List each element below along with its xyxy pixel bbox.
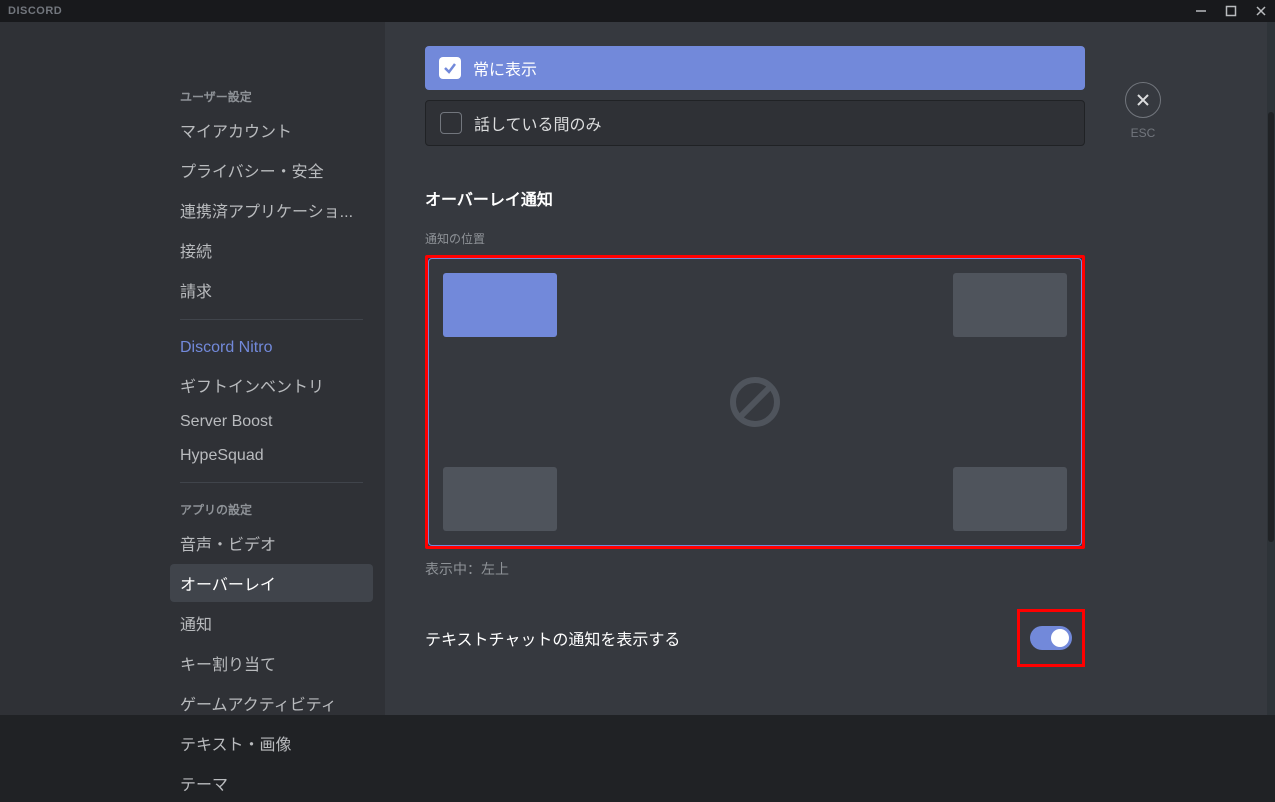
position-top-left[interactable]: [443, 273, 557, 337]
toggle-label-text-chat-notifications: テキストチャットの通知を表示する: [425, 626, 680, 650]
highlight-box: [425, 255, 1085, 549]
sidebar-item-gift-inventory[interactable]: ギフトインベントリ: [170, 366, 373, 404]
sidebar-item-nitro[interactable]: Discord Nitro: [170, 332, 373, 364]
sidebar-item-connections[interactable]: 接続: [170, 231, 373, 269]
sidebar-item-keybinds[interactable]: キー割り当て: [170, 644, 373, 682]
settings-content: 常に表示 話している間のみ オーバーレイ通知 通知の位置 表示: [385, 22, 1275, 715]
toggle-text-chat-notifications[interactable]: [1030, 626, 1072, 650]
sidebar-separator: [180, 319, 363, 320]
scrollbar-track[interactable]: [1267, 22, 1275, 715]
close-settings-label: ESC: [1131, 126, 1156, 140]
sidebar-item-text-images[interactable]: テキスト・画像: [170, 724, 373, 762]
radio-label: 話している間のみ: [474, 111, 602, 135]
close-settings-button[interactable]: [1125, 82, 1161, 118]
sidebar-separator: [180, 482, 363, 483]
window-close-button[interactable]: [1255, 5, 1267, 17]
sidebar-item-my-account[interactable]: マイアカウント: [170, 111, 373, 149]
sidebar-item-voice-video[interactable]: 音声・ビデオ: [170, 524, 373, 562]
sidebar-item-overlay[interactable]: オーバーレイ: [170, 564, 373, 602]
sidebar-item-billing[interactable]: 請求: [170, 271, 373, 309]
sidebar-item-hypesquad[interactable]: HypeSquad: [170, 440, 373, 472]
radio-label: 常に表示: [473, 56, 537, 80]
radio-while-speaking[interactable]: 話している間のみ: [425, 100, 1085, 146]
window-minimize-button[interactable]: [1195, 5, 1207, 17]
sidebar-item-server-boost[interactable]: Server Boost: [170, 406, 373, 438]
sidebar-header-app-settings: アプリの設定: [170, 495, 373, 524]
position-status-text: 表示中：左上: [425, 559, 1085, 579]
scrollbar-thumb[interactable]: [1268, 112, 1274, 542]
app-logo-text: DISCORD: [8, 5, 62, 17]
field-label-position: 通知の位置: [425, 230, 1085, 247]
section-title-overlay-notifications: オーバーレイ通知: [425, 186, 1085, 210]
window-maximize-button[interactable]: [1225, 5, 1237, 17]
toggle-knob: [1051, 629, 1069, 647]
radio-always-show[interactable]: 常に表示: [425, 46, 1085, 90]
checkbox-checked-icon: [439, 57, 461, 79]
position-bottom-right[interactable]: [953, 467, 1067, 531]
position-top-right[interactable]: [953, 273, 1067, 337]
sidebar-item-privacy[interactable]: プライバシー・安全: [170, 151, 373, 189]
position-disabled[interactable]: [727, 374, 783, 430]
sidebar-item-appearance[interactable]: テーマ: [170, 764, 373, 802]
sidebar-item-connections-apps[interactable]: 連携済アプリケーショ...: [170, 191, 373, 229]
highlight-box: [1017, 609, 1085, 667]
window-controls: [1195, 5, 1267, 17]
sidebar-header-user-settings: ユーザー設定: [170, 82, 373, 111]
sidebar-container: ユーザー設定 マイアカウント プライバシー・安全 連携済アプリケーショ... 接…: [0, 22, 385, 715]
window-titlebar: DISCORD: [0, 0, 1275, 22]
position-bottom-left[interactable]: [443, 467, 557, 531]
notification-position-picker: [428, 258, 1082, 546]
sidebar-item-game-activity[interactable]: ゲームアクティビティ: [170, 684, 373, 722]
checkbox-unchecked-icon: [440, 112, 462, 134]
sidebar-item-notifications[interactable]: 通知: [170, 604, 373, 642]
